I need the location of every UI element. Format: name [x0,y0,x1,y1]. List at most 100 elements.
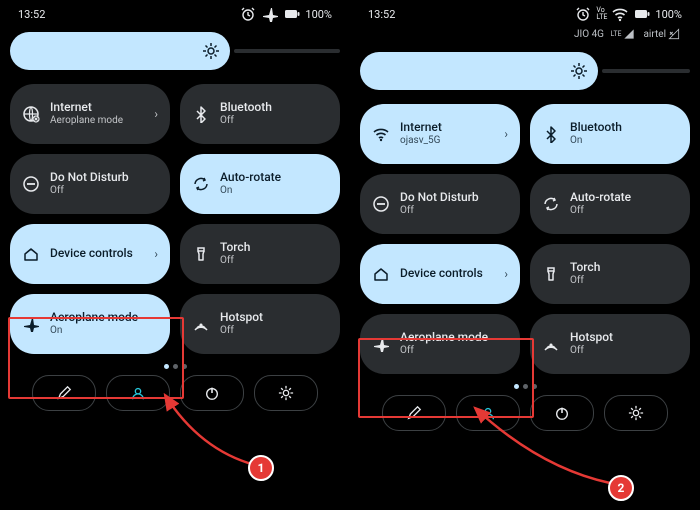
edit-button[interactable] [382,395,446,431]
tile-torch[interactable]: TorchOff [530,244,690,304]
carrier-1-sub: LTE [610,30,621,38]
brightness-row [360,52,690,90]
edit-button[interactable] [32,375,96,411]
hotspot-icon [192,315,210,333]
tile-sub: Off [220,325,263,337]
status-bar: 13:52 VoLTE 100% [360,0,690,26]
tile-hotspot[interactable]: HotspotOff [530,314,690,374]
tile-title: Device controls [50,247,133,261]
tile-sub: Off [400,345,488,357]
annotation-badge: 2 [608,475,634,501]
tile-aeroplane-mode[interactable]: Aeroplane modeOff [360,314,520,374]
battery-text: 100% [305,8,332,21]
clock: 13:52 [368,8,395,21]
dnd-icon [372,195,390,213]
rotate-icon [192,175,210,193]
brightness-row [10,32,340,70]
tile-title: Aeroplane mode [50,311,138,325]
power-button[interactable] [180,375,244,411]
tile-device-controls[interactable]: Device controls › [10,224,170,284]
tile-title: Auto-rotate [220,171,281,185]
hotspot-icon [542,335,560,353]
tile-title: Auto-rotate [570,191,631,205]
alarm-icon [574,5,592,23]
brightness-icon [570,62,588,80]
carrier-row: JIO 4G LTE airtel [360,26,690,46]
tile-hotspot[interactable]: HotspotOff [180,294,340,354]
bluetooth-icon [192,105,210,123]
tile-auto-rotate[interactable]: Auto-rotateOn [180,154,340,214]
chevron-right-icon: › [504,267,508,281]
tile-title: Do Not Disturb [50,171,129,185]
clock: 13:52 [18,8,45,21]
tile-sub: Off [220,115,272,127]
qs-panel-right: 13:52 VoLTE 100% JIO 4G LTE airtel Inter… [350,0,700,510]
brightness-icon [202,42,220,60]
tile-aeroplane-mode[interactable]: Aeroplane modeOn [10,294,170,354]
tile-sub: Off [400,205,479,217]
rotate-icon [542,195,560,213]
tiles-grid: Internetojasv_5G›BluetoothOnDo Not Distu… [360,104,690,374]
annotation-badge: 1 [248,455,274,481]
tile-sub: ojasv_5G [400,135,442,147]
brightness-slider[interactable] [10,32,230,70]
wifi-icon [372,125,390,143]
bluetooth-icon [542,125,560,143]
tile-device-controls[interactable]: Device controls› [360,244,520,304]
tile-auto-rotate[interactable]: Auto-rotateOff [530,174,690,234]
tile-internet[interactable]: Internetojasv_5G › [360,104,520,164]
tile-sub: Aeroplane mode [50,115,123,127]
tile-title: Bluetooth [220,101,272,115]
brightness-slider[interactable] [360,52,598,90]
tile-title: Internet [400,121,442,135]
tile-title: Torch [570,261,600,275]
footer-row [360,395,690,431]
dot[interactable] [514,384,519,389]
wifi-status-icon [611,5,629,23]
home-icon [372,265,390,283]
signal-off-icon [668,28,680,40]
home-icon [22,245,40,263]
tile-title: Torch [220,241,250,255]
tile-do-not-disturb[interactable]: Do Not DisturbOff [360,174,520,234]
dot[interactable] [173,364,178,369]
tile-internet[interactable]: InternetAeroplane mode › [10,84,170,144]
tile-sub: Off [570,205,631,217]
tile-bluetooth[interactable]: BluetoothOff [180,84,340,144]
tile-title: Do Not Disturb [400,191,479,205]
carrier-2: airtel [643,29,666,40]
brightness-track[interactable] [602,69,690,73]
power-button[interactable] [530,395,594,431]
chevron-right-icon: › [154,107,158,121]
dot[interactable] [164,364,169,369]
qs-panel-left: 13:52 100% InternetAeroplane mode›Blueto… [0,0,350,510]
dnd-icon [22,175,40,193]
tile-title: Hotspot [220,311,263,325]
plane-icon [22,315,40,333]
brightness-track[interactable] [234,49,340,53]
tile-torch[interactable]: TorchOff [180,224,340,284]
tile-sub: Off [570,345,613,357]
user-button[interactable] [106,375,170,411]
tile-title: Internet [50,101,123,115]
tile-do-not-disturb[interactable]: Do Not DisturbOff [10,154,170,214]
volte-icon: VoLTE [596,7,607,21]
tile-bluetooth[interactable]: BluetoothOn [530,104,690,164]
dot[interactable] [523,384,528,389]
footer-row [10,375,340,411]
tile-sub: On [50,325,138,337]
tile-sub: Off [50,185,129,197]
dot[interactable] [182,364,187,369]
status-bar: 13:52 100% [10,0,340,26]
signal-icon [623,28,635,40]
user-button[interactable] [456,395,520,431]
settings-button[interactable] [604,395,668,431]
tiles-grid: InternetAeroplane mode›BluetoothOffDo No… [10,84,340,354]
airplane-status-icon [261,5,279,23]
settings-button[interactable] [254,375,318,411]
torch-icon [192,245,210,263]
chevron-right-icon: › [154,247,158,261]
page-dots [10,364,340,369]
dot[interactable] [532,384,537,389]
chevron-right-icon: › [504,127,508,141]
